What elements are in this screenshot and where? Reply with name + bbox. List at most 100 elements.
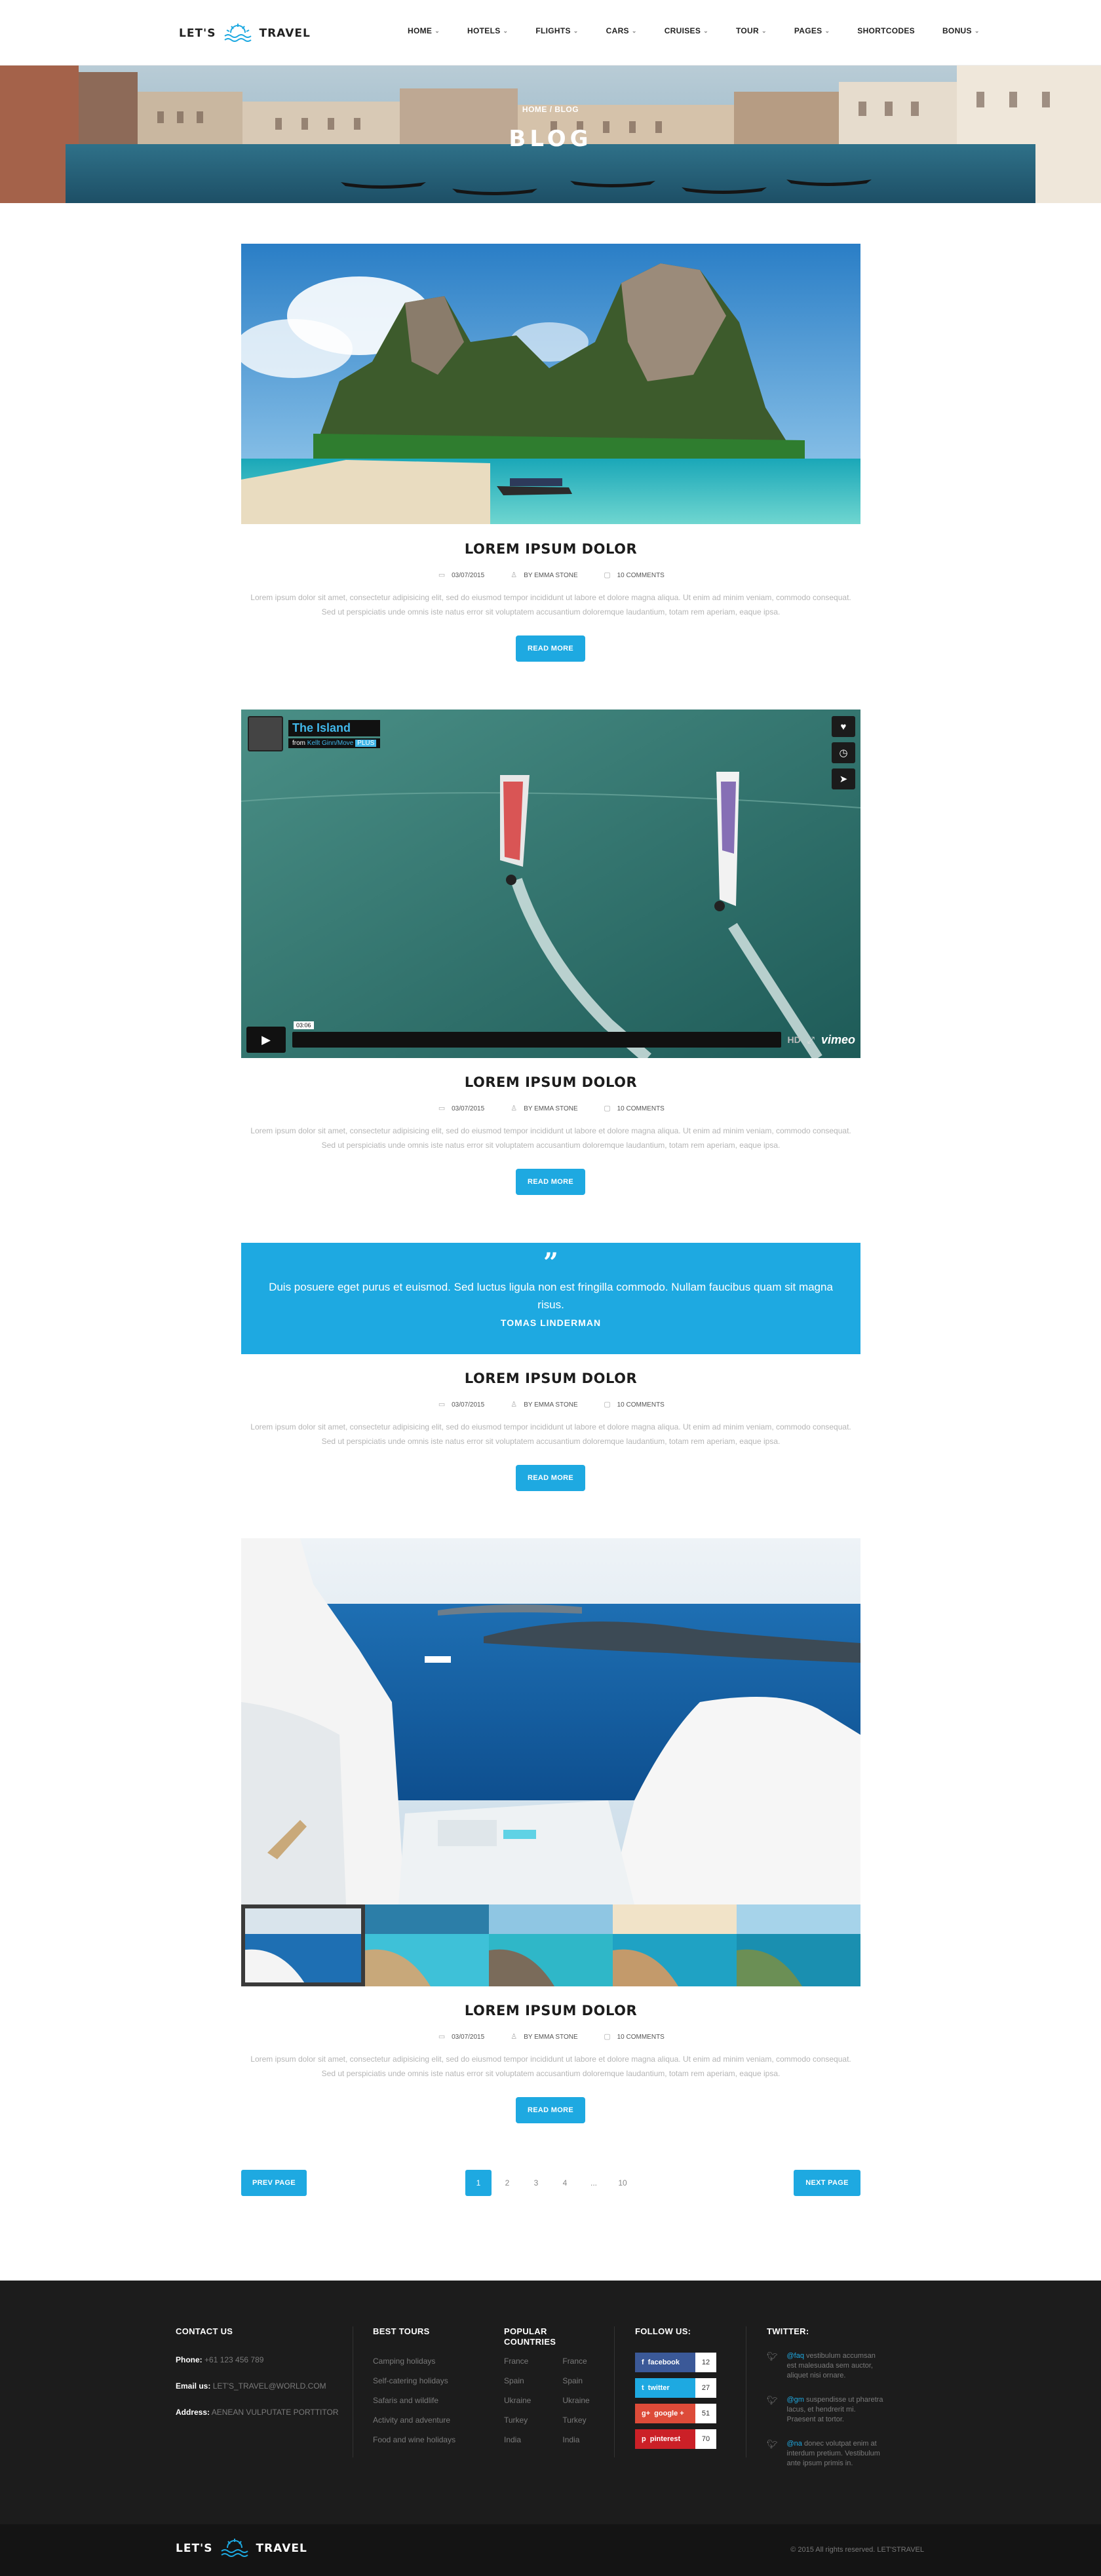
tweet-item: 🐦︎ @gm suspendisse ut pharetra lacus, et … <box>767 2395 931 2425</box>
comment-icon: ▢ <box>604 1401 611 1409</box>
comments-text: 10 COMMENTS <box>617 2033 665 2041</box>
tour-link[interactable]: Self-catering holidays <box>373 2371 491 2391</box>
post-comments[interactable]: ▢ 10 COMMENTS <box>603 571 665 579</box>
author-text: BY EMMA STONE <box>524 1401 578 1409</box>
social-twitter-button[interactable]: t twitter 27 <box>635 2378 733 2398</box>
post-title[interactable]: LOREM IPSUM DOLOR <box>241 1074 860 1090</box>
country-link[interactable]: India <box>562 2430 589 2450</box>
read-more-button[interactable]: READ MORE <box>516 635 585 662</box>
page-link[interactable]: 1 <box>465 2170 492 2196</box>
page-link[interactable]: 4 <box>552 2170 578 2196</box>
tweet-handle[interactable]: @gm <box>787 2396 804 2404</box>
post-image-island[interactable] <box>241 244 860 524</box>
post-author[interactable]: ♙ BY EMMA STONE <box>509 2033 577 2041</box>
heart-icon[interactable]: ♥ <box>832 716 855 737</box>
post-comments[interactable]: ▢ 10 COMMENTS <box>603 1401 665 1409</box>
tweet-handle[interactable]: @na <box>787 2440 802 2448</box>
post-author[interactable]: ♙ BY EMMA STONE <box>509 571 577 579</box>
post-meta: ▭ 03/07/2015 ♙ BY EMMA STONE ▢ 10 COMMENTS <box>241 1105 860 1112</box>
social-pinterest-button[interactable]: p pinterest 70 <box>635 2429 733 2449</box>
tweet-handle[interactable]: @faq <box>787 2352 804 2360</box>
country-link[interactable]: Ukraine <box>504 2391 531 2410</box>
post-title[interactable]: LOREM IPSUM DOLOR <box>241 1371 860 1386</box>
nav-item-cruises[interactable]: CRUISES ⌄ <box>665 26 708 35</box>
country-link[interactable]: Turkey <box>504 2410 531 2430</box>
post-video-player[interactable]: The Island from Kellt Ginn/Move PLUS ♥ ◷… <box>241 710 860 1058</box>
nav-item-shortcodes[interactable]: SHORTCODES <box>857 26 915 35</box>
country-link[interactable]: India <box>504 2430 531 2450</box>
country-link[interactable]: Spain <box>562 2371 589 2391</box>
fullscreen-icon[interactable]: ⤢ <box>807 1034 815 1046</box>
country-link[interactable]: France <box>562 2351 589 2371</box>
nav-item-home[interactable]: HOME ⌄ <box>408 26 440 35</box>
breadcrumb[interactable]: HOME / BLOG <box>0 105 1101 114</box>
post-title[interactable]: LOREM IPSUM DOLOR <box>241 541 860 557</box>
post-comments[interactable]: ▢ 10 COMMENTS <box>603 1105 664 1112</box>
sun-waves-icon <box>220 2539 248 2557</box>
nav-item-label: HOTELS <box>467 26 501 35</box>
page-link[interactable]: 3 <box>523 2170 549 2196</box>
social-google-button[interactable]: g+ google +51 <box>635 2404 733 2423</box>
clock-icon[interactable]: ◷ <box>832 742 855 763</box>
next-page-button[interactable]: NEXT PAGE <box>794 2170 860 2196</box>
contact-address: Address: AENEAN VULPUTATE PORTTITOR <box>176 2402 346 2422</box>
calendar-icon: ▭ <box>438 2033 446 2041</box>
comments-text: 10 COMMENTS <box>617 571 665 579</box>
gallery-thumbnail[interactable] <box>737 1904 860 1986</box>
gallery-thumbnail[interactable] <box>613 1904 737 1986</box>
phone-value[interactable]: +61 123 456 789 <box>204 2355 263 2364</box>
comments-text: 10 COMMENTS <box>617 1401 665 1409</box>
nav-item-tour[interactable]: TOUR ⌄ <box>736 26 767 35</box>
country-link[interactable]: Spain <box>504 2371 531 2391</box>
post-gallery-main[interactable] <box>241 1538 860 1904</box>
nav-item-flights[interactable]: FLIGHTS ⌄ <box>535 26 578 35</box>
post-title[interactable]: LOREM IPSUM DOLOR <box>241 2003 860 2018</box>
post-author[interactable]: ♙ BY EMMA STONE <box>509 1401 577 1409</box>
date-text: 03/07/2015 <box>452 1401 485 1409</box>
read-more-button[interactable]: READ MORE <box>516 1169 585 1195</box>
chevron-down-icon: ⌄ <box>703 27 708 34</box>
gallery-thumbnail[interactable] <box>489 1904 613 1986</box>
gallery-thumbnail[interactable] <box>365 1904 489 1986</box>
nav-item-bonus[interactable]: BONUS ⌄ <box>942 26 980 35</box>
read-more-button[interactable]: READ MORE <box>516 1465 585 1491</box>
post-author[interactable]: ♙ BY EMMA STONE <box>509 1105 577 1112</box>
read-more-button[interactable]: READ MORE <box>516 2097 585 2123</box>
hd-toggle[interactable]: HD <box>788 1034 801 1045</box>
video-from-label: from <box>292 739 305 747</box>
video-progress-track[interactable]: 03:06 <box>292 1021 781 1048</box>
contact-phone: Phone: +61 123 456 789 <box>176 2350 346 2370</box>
play-icon[interactable]: ▶ <box>246 1027 286 1053</box>
site-logo[interactable]: LET'S TRAVEL <box>179 22 311 45</box>
video-author[interactable]: Kellt Ginn/Move <box>307 740 354 747</box>
email-value[interactable]: LET'S_TRAVEL@WORLD.COM <box>213 2381 326 2391</box>
video-author-avatar[interactable] <box>248 716 283 751</box>
pagination: 1 2 3 4... 10 <box>465 2170 638 2196</box>
footer-logo[interactable]: LET'S TRAVEL <box>176 2539 307 2558</box>
country-link[interactable]: Ukraine <box>562 2391 589 2410</box>
chevron-down-icon: ⌄ <box>974 27 980 34</box>
social-facebook-button[interactable]: f facebook 12 <box>635 2353 733 2372</box>
video-title[interactable]: The Island <box>288 719 381 736</box>
twitter-bird-icon: 🐦︎ <box>767 2351 778 2361</box>
page-link[interactable]: 2 <box>494 2170 520 2196</box>
country-link[interactable]: France <box>504 2351 531 2371</box>
country-link[interactable]: Turkey <box>562 2410 589 2430</box>
social-name: pinterest <box>649 2435 681 2443</box>
nav-item-cars[interactable]: CARS ⌄ <box>606 26 637 35</box>
tour-link[interactable]: Food and wine holidays <box>373 2430 491 2450</box>
post-comments[interactable]: ▢ 10 COMMENTS <box>603 2033 665 2041</box>
chevron-down-icon: ⌄ <box>573 27 579 34</box>
page-link[interactable]: 10 <box>609 2170 636 2196</box>
prev-page-button[interactable]: PREV PAGE <box>241 2170 307 2196</box>
gallery-thumbnail[interactable] <box>241 1904 365 1986</box>
send-icon[interactable]: ➤ <box>832 768 855 789</box>
twitter-icon: t <box>642 2384 644 2392</box>
facebook-icon: f <box>642 2358 644 2366</box>
tour-link[interactable]: Camping holidays <box>373 2351 491 2371</box>
tour-link[interactable]: Safaris and wildlife <box>373 2391 491 2410</box>
vimeo-logo[interactable]: vimeo <box>821 1033 855 1047</box>
nav-item-pages[interactable]: PAGES ⌄ <box>794 26 830 35</box>
tour-link[interactable]: Activity and adventure <box>373 2410 491 2430</box>
nav-item-hotels[interactable]: HOTELS ⌄ <box>467 26 508 35</box>
